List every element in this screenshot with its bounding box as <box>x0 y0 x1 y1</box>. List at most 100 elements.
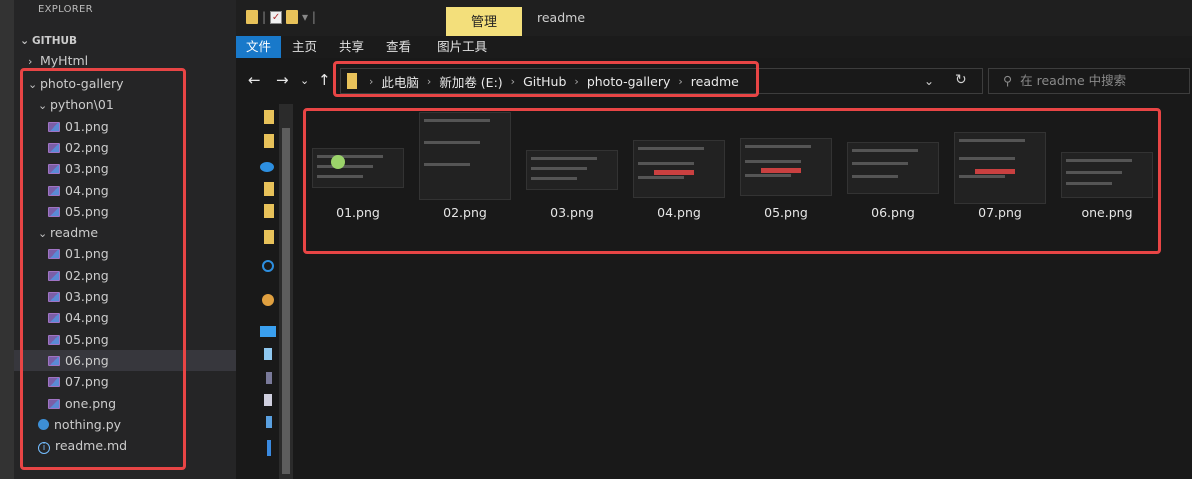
properties-icon[interactable]: ✓ <box>270 10 283 24</box>
pin-folder-icon[interactable] <box>264 110 274 124</box>
python-file-icon <box>38 418 49 430</box>
breadcrumb-separator-icon[interactable]: › <box>511 75 515 88</box>
tree-item-label: nothing.py <box>54 416 122 432</box>
cloud-icon[interactable] <box>262 260 274 272</box>
tree-item[interactable]: 05.png <box>14 201 236 222</box>
tree-item[interactable]: › MyHtml <box>14 50 236 71</box>
folder-icon[interactable] <box>264 182 274 196</box>
image-file-icon <box>48 355 60 366</box>
image-file-icon <box>48 334 60 345</box>
tree-item[interactable]: 04.png <box>14 180 236 201</box>
file-item[interactable]: 02.png <box>415 110 515 230</box>
file-item[interactable]: 01.png <box>308 110 408 230</box>
ribbon-tab[interactable]: 主页 <box>281 36 328 58</box>
section-label: GITHUB <box>32 35 78 47</box>
thumbnail-image <box>633 140 725 198</box>
tree-item[interactable]: ⌄ photo-gallery <box>14 73 236 94</box>
tree-item[interactable]: ⌄ readme <box>14 222 236 243</box>
tree-item[interactable]: 03.png <box>14 286 236 307</box>
onedrive-icon[interactable] <box>260 162 274 172</box>
file-item[interactable]: one.png <box>1057 110 1157 230</box>
breadcrumb-item[interactable]: 此电脑 <box>381 72 419 91</box>
image-file-icon <box>48 270 60 281</box>
new-folder-icon[interactable] <box>286 10 299 24</box>
ribbon-tab[interactable]: 文件 <box>236 36 282 58</box>
tree-item-label: 01.png <box>65 118 109 134</box>
folder-icon[interactable] <box>246 10 258 24</box>
file-item[interactable]: 07.png <box>950 110 1050 230</box>
document-icon[interactable] <box>266 416 272 428</box>
refresh-icon[interactable]: ↻ <box>955 72 967 88</box>
file-explorer-window: | ✓ ▾ | 管理 readme 文件 主页 共享 查看 图片工具 ← → ⌄ ↑ ›… <box>236 0 1192 479</box>
tree-item[interactable]: 02.png <box>14 137 236 158</box>
file-item[interactable]: 05.png <box>736 110 836 230</box>
address-dropdown-icon[interactable]: ⌄ <box>924 74 934 88</box>
file-item[interactable]: 04.png <box>629 110 729 230</box>
tree-item[interactable]: ⌄ python\01 <box>14 94 236 115</box>
breadcrumb-item[interactable]: photo-gallery <box>587 74 671 89</box>
tab-manage[interactable]: 管理 <box>446 7 522 36</box>
drive-icon[interactable] <box>264 348 272 360</box>
tree-item[interactable]: 07.png <box>14 371 236 392</box>
ribbon-tab[interactable]: 共享 <box>328 36 375 58</box>
download-icon[interactable] <box>267 440 271 456</box>
chevron-down-icon: ⌄ <box>20 34 30 47</box>
image-file-icon <box>48 292 60 302</box>
tree-item[interactable]: 06.png <box>14 349 236 371</box>
this-pc-icon[interactable] <box>260 326 276 337</box>
folder-icon <box>347 73 357 89</box>
file-item[interactable]: 03.png <box>522 110 622 230</box>
ribbon-tab[interactable]: 查看 <box>375 36 422 58</box>
tree-item-label: python\01 <box>50 97 114 113</box>
tree-item[interactable]: 04.png <box>14 307 236 328</box>
ribbon-tab[interactable]: 图片工具 <box>426 36 498 58</box>
tree-item-label: 02.png <box>65 267 109 283</box>
customize-chevron-icon[interactable]: ▾ | <box>302 10 316 24</box>
tree-item-label: 02.png <box>65 139 109 155</box>
thumbnail-image <box>312 148 404 188</box>
file-name: 02.png <box>443 205 487 220</box>
breadcrumb: 此电脑 › 新加卷 (E:) › GitHub › photo-gallery › readme <box>381 72 744 91</box>
breadcrumb-separator-icon[interactable]: › <box>427 75 431 88</box>
title-bar: | ✓ ▾ | 管理 readme <box>236 0 1192 36</box>
chevron-down-icon: ⌄ <box>38 99 48 113</box>
app-icon[interactable] <box>262 294 274 306</box>
tree-item[interactable]: one.png <box>14 393 236 414</box>
tree-item-label: 05.png <box>65 331 109 347</box>
section-github[interactable]: ⌄ GITHUB <box>14 30 236 51</box>
tree-item[interactable]: 01.png <box>14 116 236 137</box>
address-bar[interactable]: › 此电脑 › 新加卷 (E:) › GitHub › photo-gallery › read… <box>340 68 983 94</box>
tree-item-label: readme <box>50 225 99 241</box>
ribbon-tabs: 文件 主页 共享 查看 图片工具 <box>236 36 1192 58</box>
up-arrow-icon[interactable]: ↑ <box>318 71 331 89</box>
thumbnail-image <box>740 138 832 196</box>
tree-item-label: 07.png <box>65 374 109 390</box>
tree-item[interactable]: i readme.md <box>14 435 236 456</box>
tree-item[interactable]: 03.png <box>14 158 236 179</box>
breadcrumb-item[interactable]: GitHub <box>523 74 566 89</box>
pin-folder-icon[interactable] <box>264 134 274 148</box>
file-grid: 01.png 02.png 03.png 04.png 05.png 06.png 07.p… <box>308 110 1164 250</box>
image-file-icon <box>48 121 60 132</box>
chevron-right-icon: › <box>28 55 33 68</box>
tree-item[interactable]: 01.png <box>14 243 236 264</box>
breadcrumb-separator-icon[interactable]: › <box>574 75 578 88</box>
breadcrumb-item[interactable]: 新加卷 (E:) <box>439 72 502 91</box>
breadcrumb-item[interactable]: readme <box>691 74 739 89</box>
recent-chevron-icon[interactable]: ⌄ <box>300 74 309 87</box>
tree-item[interactable]: nothing.py <box>14 414 236 435</box>
forward-arrow-icon[interactable]: → <box>276 71 289 89</box>
video-icon[interactable] <box>266 372 272 384</box>
folder-icon[interactable] <box>264 204 274 218</box>
breadcrumb-separator-icon[interactable]: › <box>678 75 682 88</box>
tree-item[interactable]: 02.png <box>14 265 236 286</box>
folder-icon[interactable] <box>264 230 274 244</box>
document-icon[interactable] <box>264 394 272 406</box>
file-item[interactable]: 06.png <box>843 110 943 230</box>
scrollbar-thumb[interactable] <box>282 128 290 474</box>
tree-item[interactable]: 05.png <box>14 329 236 350</box>
back-arrow-icon[interactable]: ← <box>248 71 261 89</box>
info-icon: i <box>38 442 50 455</box>
avatar <box>331 155 345 169</box>
search-input[interactable]: ⚲ 在 readme 中搜索 <box>988 68 1190 94</box>
